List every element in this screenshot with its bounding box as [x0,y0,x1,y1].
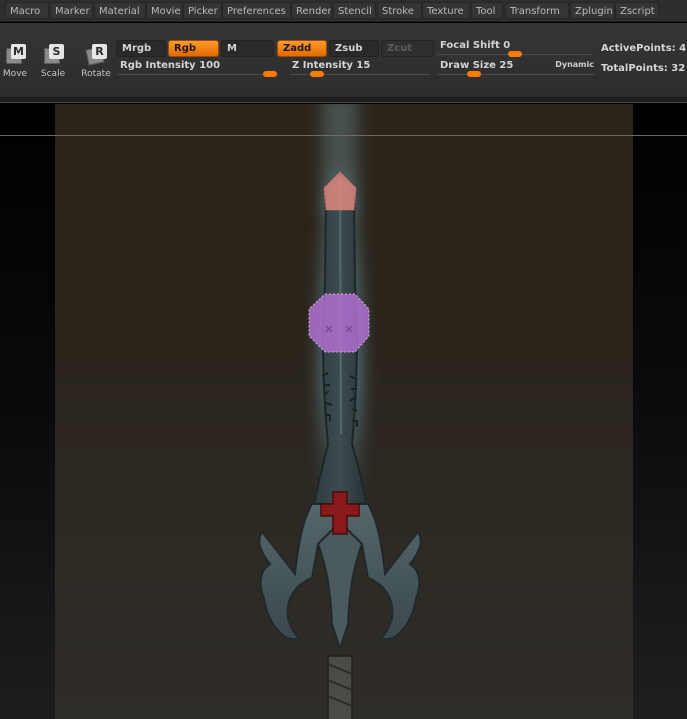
mrgb-button[interactable]: Mrgb [116,40,166,57]
focal-shift-slider[interactable]: Focal Shift 0 [438,40,592,58]
rgb-intensity-value: 100 [199,60,221,71]
menu-tool[interactable]: Tool [471,2,503,19]
sword-model[interactable] [0,104,687,719]
move-button[interactable]: M Move [0,43,32,95]
menu-render[interactable]: Render [291,2,332,19]
menu-picker[interactable]: Picker [183,2,222,19]
menu-zscript[interactable]: Zscript [615,2,659,19]
menu-transform[interactable]: Transform [505,2,569,19]
menu-stroke[interactable]: Stroke [377,2,422,19]
move-icon: M [4,43,26,67]
rgb-intensity-slider[interactable]: Rgb Intensity 100 [118,60,278,78]
menu-macro[interactable]: Macro [5,2,49,19]
rotate-button[interactable]: R Rotate [79,43,113,95]
guard-center [316,520,364,653]
zsub-button[interactable]: Zsub [329,40,379,57]
focal-shift-value: 0 [503,40,511,51]
zadd-button[interactable]: Zadd [277,40,327,57]
scale-label: Scale [40,69,66,79]
document-canvas[interactable] [0,104,687,719]
menu-preferences[interactable]: Preferences [222,2,291,19]
z-intensity-label: Z Intensity [292,60,353,71]
gem-mask[interactable] [308,293,370,353]
rgb-button[interactable]: Rgb [168,40,219,57]
top-shelf: M Move S Scale R Rotate Mrgb Rgb M Zadd … [0,23,687,97]
active-points-readout: ActivePoints: 4 [601,43,687,54]
menu-movie[interactable]: Movie [146,2,183,19]
rgb-intensity-label: Rgb Intensity [120,60,196,71]
menu-marker[interactable]: Marker [50,2,93,19]
menu-texture[interactable]: Texture [422,2,470,19]
menu-zplugin[interactable]: Zplugin [570,2,615,19]
scale-icon: S [42,43,64,67]
focal-shift-label: Focal Shift [440,40,500,51]
rotate-label: Rotate [81,69,111,79]
draw-size-handle[interactable] [467,71,481,77]
z-intensity-slider[interactable]: Z Intensity 15 [290,60,430,78]
menu-bar: Macro Marker Material Movie Picker Prefe… [0,0,687,22]
z-intensity-handle[interactable] [309,71,324,77]
menu-stencil[interactable]: Stencil [333,2,376,19]
draw-size-value: 25 [499,60,514,71]
rotate-icon: R [85,43,107,67]
toolbar-divider [0,97,687,103]
z-intensity-value: 15 [356,60,371,71]
zcut-button[interactable]: Zcut [381,40,434,57]
move-label: Move [2,69,28,79]
rgb-intensity-track [118,74,278,75]
draw-size-slider[interactable]: Draw Size 25 Dynamic [438,60,594,78]
draw-size-label: Draw Size [440,60,496,71]
scale-button[interactable]: S Scale [36,43,70,95]
menu-material[interactable]: Material [94,2,146,19]
horizon-line [0,135,687,136]
dynamic-toggle[interactable]: Dynamic [555,60,594,69]
focal-shift-handle[interactable] [508,51,522,57]
rgb-intensity-handle[interactable] [263,71,277,77]
draw-size-track [438,74,594,75]
total-points-readout: TotalPoints: 32 [601,63,686,74]
m-button[interactable]: M [221,40,274,57]
